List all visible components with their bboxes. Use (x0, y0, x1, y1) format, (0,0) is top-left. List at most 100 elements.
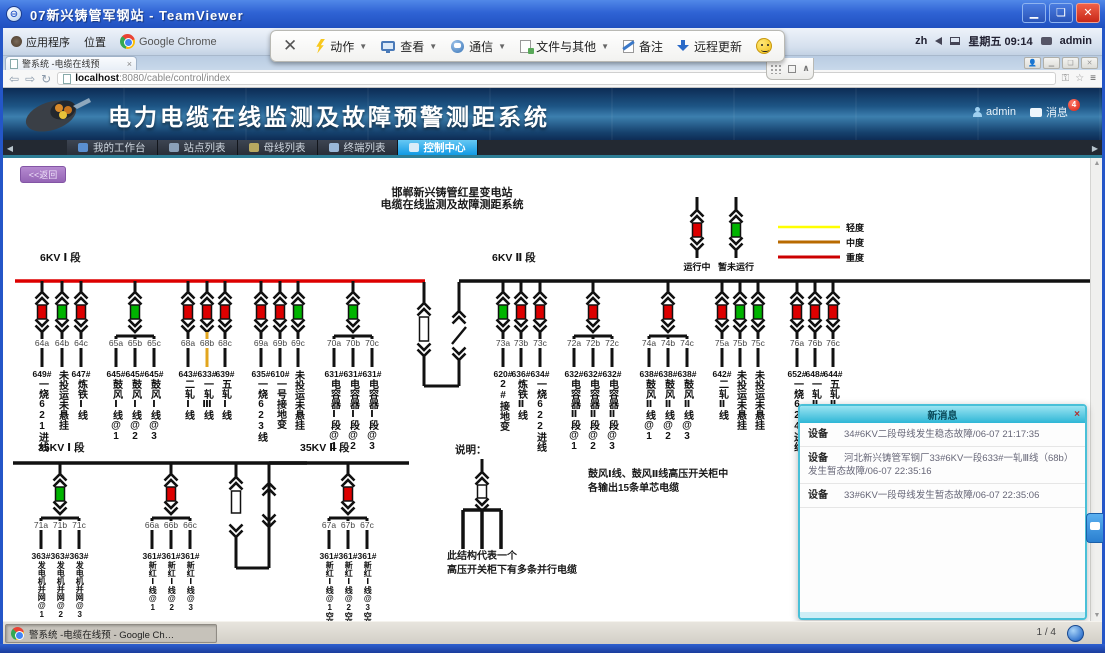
forward-icon[interactable]: ⇨ (25, 73, 35, 85)
back-icon[interactable]: ⇦ (9, 73, 19, 85)
taskbar-orb-icon[interactable] (1067, 625, 1084, 642)
minimize-button[interactable]: ▁ (1022, 3, 1046, 23)
chevron-down-icon: ▼ (498, 42, 506, 51)
pencil-icon (623, 40, 634, 53)
sites-icon (169, 143, 179, 152)
back-button[interactable]: <<返回 (20, 166, 66, 183)
window-frame-bottom (0, 644, 1105, 653)
chrome-label: Google Chrome (139, 36, 217, 48)
scroll-up-icon[interactable]: ▲ (1093, 160, 1101, 167)
chrome-icon (11, 627, 24, 640)
tab-control-center[interactable]: 控制中心 (398, 140, 478, 155)
keyboard-layout[interactable]: zh (915, 35, 927, 47)
scroll-down-icon[interactable]: ▼ (1093, 612, 1101, 619)
workbench-icon (78, 143, 88, 152)
browser-toolbar: ⇦ ⇨ ↻ localhost:8080/cable/control/index… (3, 70, 1102, 88)
chevron-down-icon: ▼ (429, 42, 437, 51)
tabs-scroll-left-icon[interactable]: ◀ (3, 140, 17, 155)
toolbar-item-label: 备注 (639, 38, 663, 55)
new-messages-panel: 新消息 × 设备34#6KV二段母线发生稳态故障/06-07 21:17:35设… (798, 404, 1087, 620)
maximize-button[interactable]: ❏ (1049, 3, 1073, 23)
applications-menu[interactable]: 应用程序 (11, 34, 70, 50)
address-bar[interactable]: localhost:8080/cable/control/index (57, 72, 1055, 85)
content-scrollbar[interactable]: ▲ ▼ (1090, 158, 1102, 621)
remote-close-button[interactable]: ✕ (1081, 57, 1098, 69)
chat-icon[interactable] (1041, 37, 1052, 45)
places-menu[interactable]: 位置 (84, 34, 106, 50)
toolbar-view[interactable]: 查看 ▼ (381, 38, 437, 55)
close-button[interactable]: ✕ (1076, 3, 1100, 23)
header-user[interactable]: admin (972, 106, 1016, 118)
remote-taskbar: 警系统 -电缆在线预 - Google Ch… 1 / 4 (3, 621, 1102, 644)
message-row-label: 设备 (808, 490, 828, 501)
messages-panel-titlebar: 新消息 × (800, 406, 1085, 423)
display-icon[interactable] (950, 37, 960, 45)
session-close-icon[interactable]: ✕ (283, 36, 297, 56)
tab-terminals[interactable]: 终端列表 (318, 140, 398, 155)
remote-minimize-button[interactable]: ▁ (1043, 57, 1060, 69)
cable-logo (21, 94, 101, 136)
tabs-scroll-right-icon[interactable]: ▶ (1088, 140, 1102, 155)
smiley-icon[interactable] (756, 38, 772, 54)
tab-buses[interactable]: 母线列表 (238, 140, 318, 155)
teamviewer-icon: ⊖ (6, 6, 22, 22)
message-row[interactable]: 设备 33#6KV一段母线发生暂态故障/06-07 22:35:06 (800, 484, 1085, 508)
remote-window-controls: 👤 ▁ ❏ ✕ (1024, 57, 1098, 69)
message-row[interactable]: 设备34#6KV二段母线发生稳态故障/06-07 21:17:35 (800, 423, 1085, 447)
tab-label: 控制中心 (424, 140, 466, 155)
page-icon (63, 74, 71, 84)
toolbar-notes[interactable]: 备注 (623, 38, 663, 55)
tab-label: 站点列表 (184, 140, 226, 155)
chrome-menu-icon[interactable]: ≡ (1090, 73, 1096, 84)
app-title: 电力电缆在线监测及故障预警测距系统 (108, 98, 550, 132)
session-user[interactable]: admin (1060, 35, 1092, 47)
bookmark-star-icon[interactable]: ☆ (1075, 73, 1084, 84)
message-bubble-icon (1030, 108, 1042, 117)
browser-tab-title: 警系统 -电缆在线预 (22, 57, 123, 70)
toolbar-item-label: 动作 (330, 38, 354, 55)
tab-close-icon[interactable]: × (127, 59, 132, 69)
monitor-icon (381, 41, 395, 51)
messages-close-icon[interactable]: × (1069, 409, 1085, 420)
chevron-down-icon: ▼ (601, 42, 609, 51)
toolbar-remote-update[interactable]: 远程更新 (677, 38, 742, 55)
taskbar-window-label: 警系统 -电缆在线预 - Google Ch… (29, 627, 174, 641)
toolbar-item-label: 远程更新 (694, 38, 742, 55)
fullscreen-icon (788, 65, 796, 73)
chrome-launcher[interactable]: Google Chrome (120, 34, 217, 49)
phone-icon (451, 40, 464, 53)
toolbar-item-label: 通信 (469, 38, 493, 55)
url-text: localhost:8080/cable/control/index (75, 73, 230, 84)
header-user-label: admin (986, 106, 1016, 118)
toolbar-files[interactable]: 文件与其他 ▼ (520, 38, 609, 55)
toolbar-communicate[interactable]: 通信 ▼ (451, 38, 506, 55)
key-icon[interactable]: ⚿ (1062, 73, 1070, 84)
tab-label: 我的工作台 (93, 140, 146, 155)
app-header: 电力电缆在线监测及故障预警测距系统 admin 消息 4 (3, 88, 1102, 140)
clock[interactable]: 星期五 09:14 (968, 33, 1032, 49)
message-row-text: 34#6KV二段母线发生稳态故障/06-07 21:17:35 (844, 429, 1039, 440)
profile-button[interactable]: 👤 (1024, 57, 1041, 69)
tab-workbench[interactable]: 我的工作台 (67, 140, 158, 155)
workspace-pager[interactable]: 1 / 4 (1037, 627, 1056, 638)
user-icon (972, 107, 982, 117)
toolbar-actions[interactable]: 动作 ▼ (315, 38, 367, 55)
feedback-tab[interactable] (1086, 513, 1103, 543)
teamviewer-toolbar: ✕ 动作 ▼ 查看 ▼ 通信 ▼ 文件与其他 ▼ 备注 远程更新 (270, 30, 785, 62)
teamviewer-window: ⊖ 07新兴铸管军钢站 - TeamViewer ▁ ❏ ✕ 应用程序 位置 G… (0, 0, 1105, 653)
bolt-icon (315, 39, 325, 54)
remote-maximize-button[interactable]: ❏ (1062, 57, 1079, 69)
message-row[interactable]: 设备河北新兴铸管军钢厂33#6KV一段633#一轧Ⅲ线（68b）发生暂态故障/0… (800, 447, 1085, 484)
taskbar-window-button[interactable]: 警系统 -电缆在线预 - Google Ch… (5, 624, 217, 643)
grip-dots-icon (770, 64, 782, 74)
message-row-text: 33#6KV一段母线发生暂态故障/06-07 22:35:06 (844, 490, 1039, 501)
speaker-icon[interactable] (935, 37, 942, 45)
header-messages[interactable]: 消息 4 (1030, 104, 1084, 120)
titlebar: ⊖ 07新兴铸管军钢站 - TeamViewer ▁ ❏ ✕ (0, 0, 1105, 28)
tab-sites[interactable]: 站点列表 (158, 140, 238, 155)
messages-list: 设备34#6KV二段母线发生稳态故障/06-07 21:17:35设备河北新兴铸… (800, 423, 1085, 508)
reload-icon[interactable]: ↻ (41, 73, 51, 85)
browser-tab[interactable]: 警系统 -电缆在线预 × (5, 56, 137, 70)
chevron-down-icon: ▼ (359, 42, 367, 51)
control-center-icon (409, 143, 419, 152)
